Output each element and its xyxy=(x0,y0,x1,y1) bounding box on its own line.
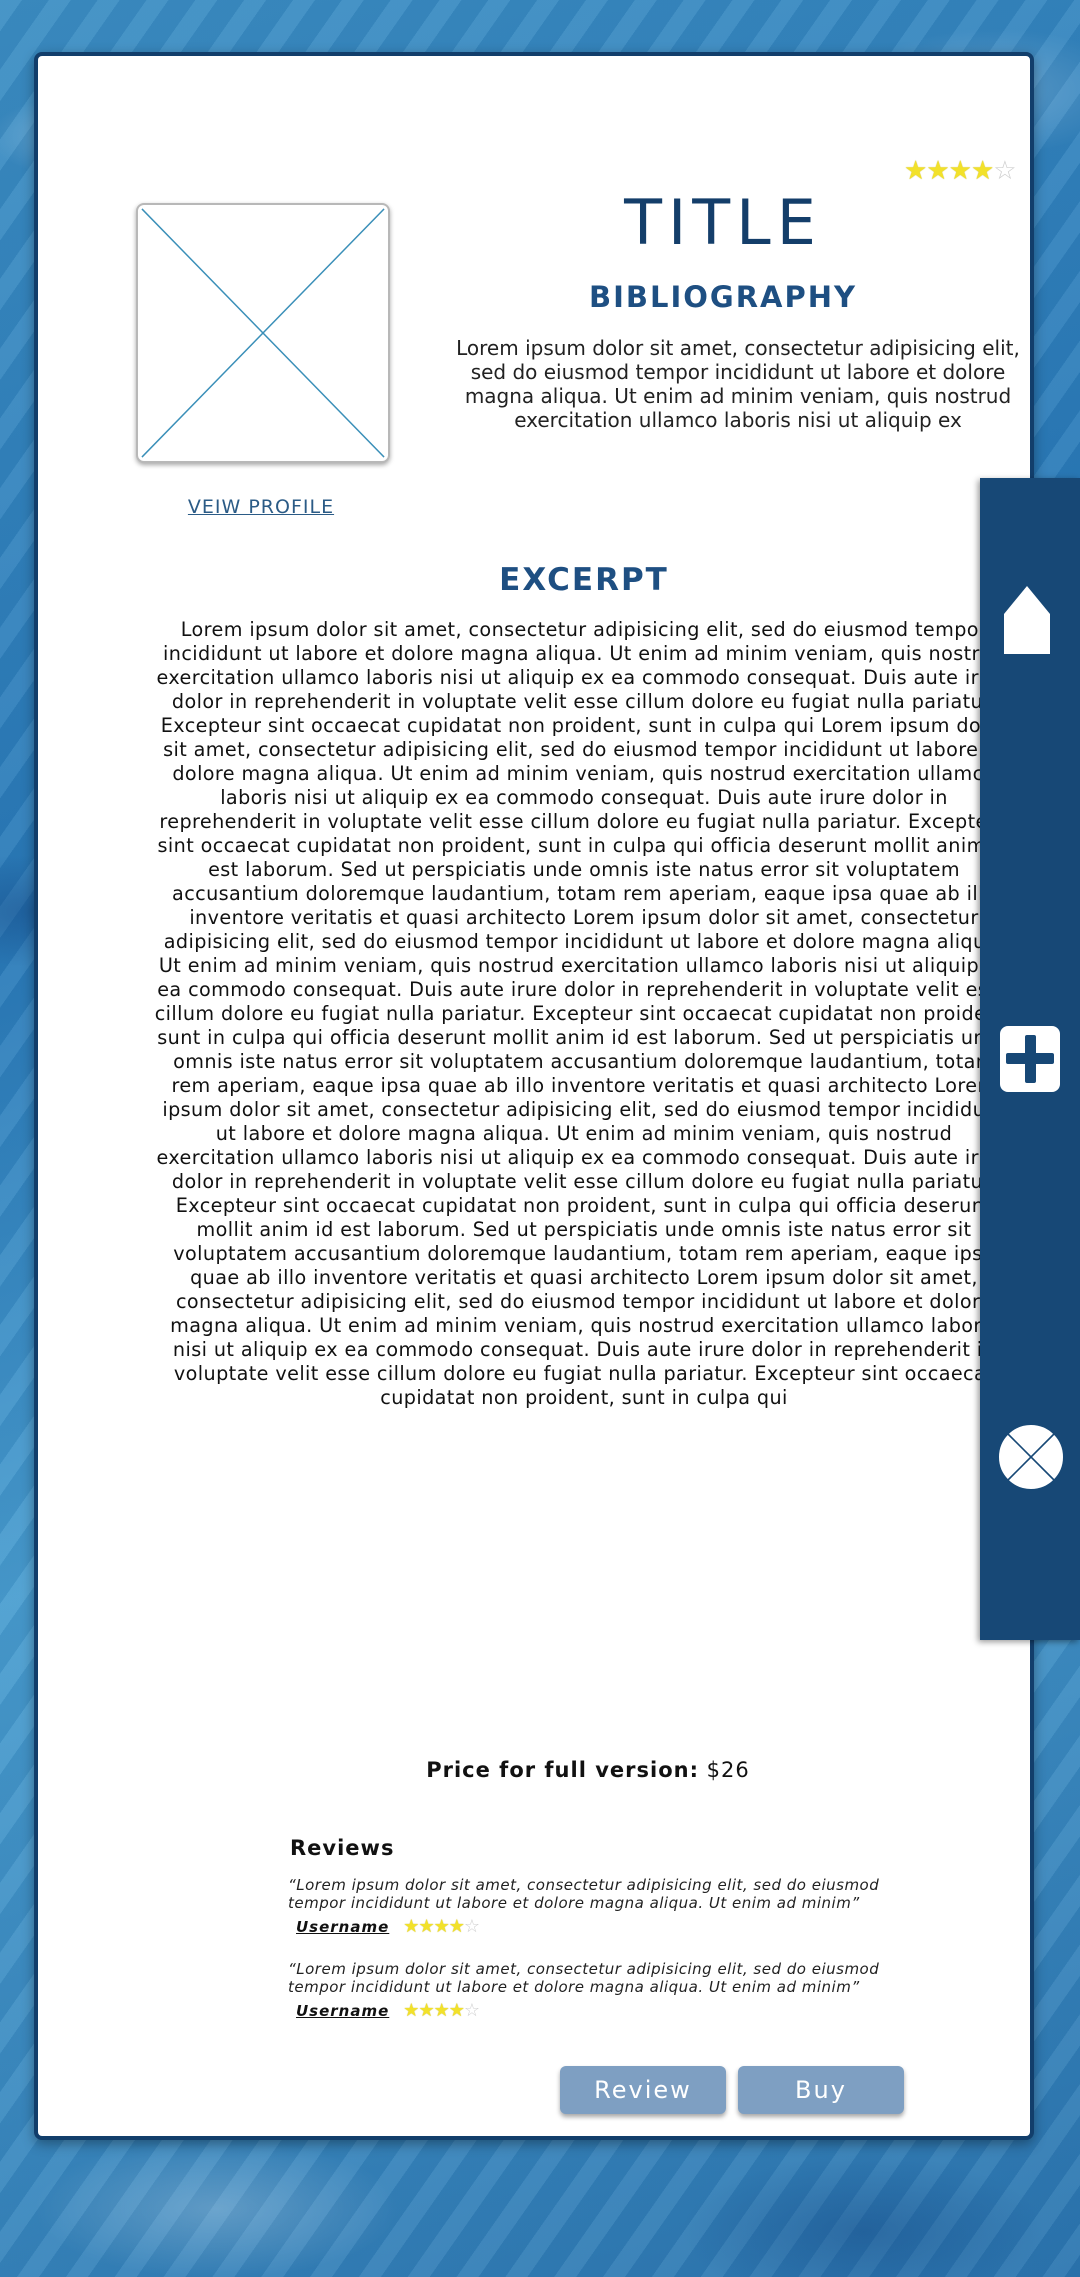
buy-button[interactable]: Buy xyxy=(738,2066,904,2114)
price-value: $26 xyxy=(706,1758,750,1782)
reviews-heading: Reviews xyxy=(290,1836,395,1860)
excerpt-heading: EXCERPT xyxy=(499,562,669,598)
image-placeholder-icon xyxy=(141,208,385,458)
plus-icon[interactable] xyxy=(1000,1026,1060,1092)
star-filled-icon: ★ xyxy=(970,156,994,186)
review-item: “Lorem ipsum dolor sit amet, consectetur… xyxy=(288,1876,908,1937)
review-rating: ★★★★☆ xyxy=(403,1916,480,1937)
review-item: “Lorem ipsum dolor sit amet, consectetur… xyxy=(288,1960,908,2021)
price-label: Price for full version: xyxy=(426,1758,699,1782)
review-username-link[interactable]: Username xyxy=(296,1918,389,1936)
book-rating: ★★★★☆ xyxy=(904,156,1017,186)
excerpt-text: Lorem ipsum dolor sit amet, consectetur … xyxy=(154,618,1014,1409)
page-title: TITLE xyxy=(624,186,822,259)
price-line: Price for full version: $26 xyxy=(288,1758,888,1782)
star-empty-icon: ☆ xyxy=(463,2000,480,2021)
review-button[interactable]: Review xyxy=(560,2066,726,2114)
author-image-placeholder xyxy=(136,203,390,463)
home-icon[interactable] xyxy=(1002,584,1052,656)
close-icon[interactable] xyxy=(996,1422,1066,1492)
star-filled-icon: ★ xyxy=(448,2000,465,2021)
side-action-bar xyxy=(980,478,1080,1640)
star-filled-icon: ★ xyxy=(403,1916,419,1937)
review-quote: “Lorem ipsum dolor sit amet, consectetur… xyxy=(288,1876,880,1912)
star-empty-icon: ☆ xyxy=(463,1916,480,1937)
star-filled-icon: ★ xyxy=(433,1916,450,1937)
view-profile-link[interactable]: VEIW PROFILE xyxy=(136,496,386,518)
review-username-link[interactable]: Username xyxy=(296,2002,389,2020)
book-detail-card: ★★★★☆ VEIW PROFILE TITLE BIBLIOGRAPHY Lo… xyxy=(34,52,1034,2140)
bibliography-heading: BIBLIOGRAPHY xyxy=(588,280,858,314)
star-filled-icon: ★ xyxy=(433,2000,450,2021)
star-filled-icon: ★ xyxy=(403,2000,419,2021)
bibliography-text: Lorem ipsum dolor sit amet, consectetur … xyxy=(456,336,1020,432)
star-filled-icon: ★ xyxy=(926,156,949,186)
review-quote: “Lorem ipsum dolor sit amet, consectetur… xyxy=(288,1960,880,1996)
star-empty-icon: ☆ xyxy=(993,156,1016,186)
star-filled-icon: ★ xyxy=(448,1916,465,1937)
star-filled-icon: ★ xyxy=(418,1916,434,1937)
star-filled-icon: ★ xyxy=(418,2000,434,2021)
review-rating: ★★★★☆ xyxy=(403,2000,480,2021)
star-filled-icon: ★ xyxy=(904,156,927,186)
star-filled-icon: ★ xyxy=(948,156,972,186)
